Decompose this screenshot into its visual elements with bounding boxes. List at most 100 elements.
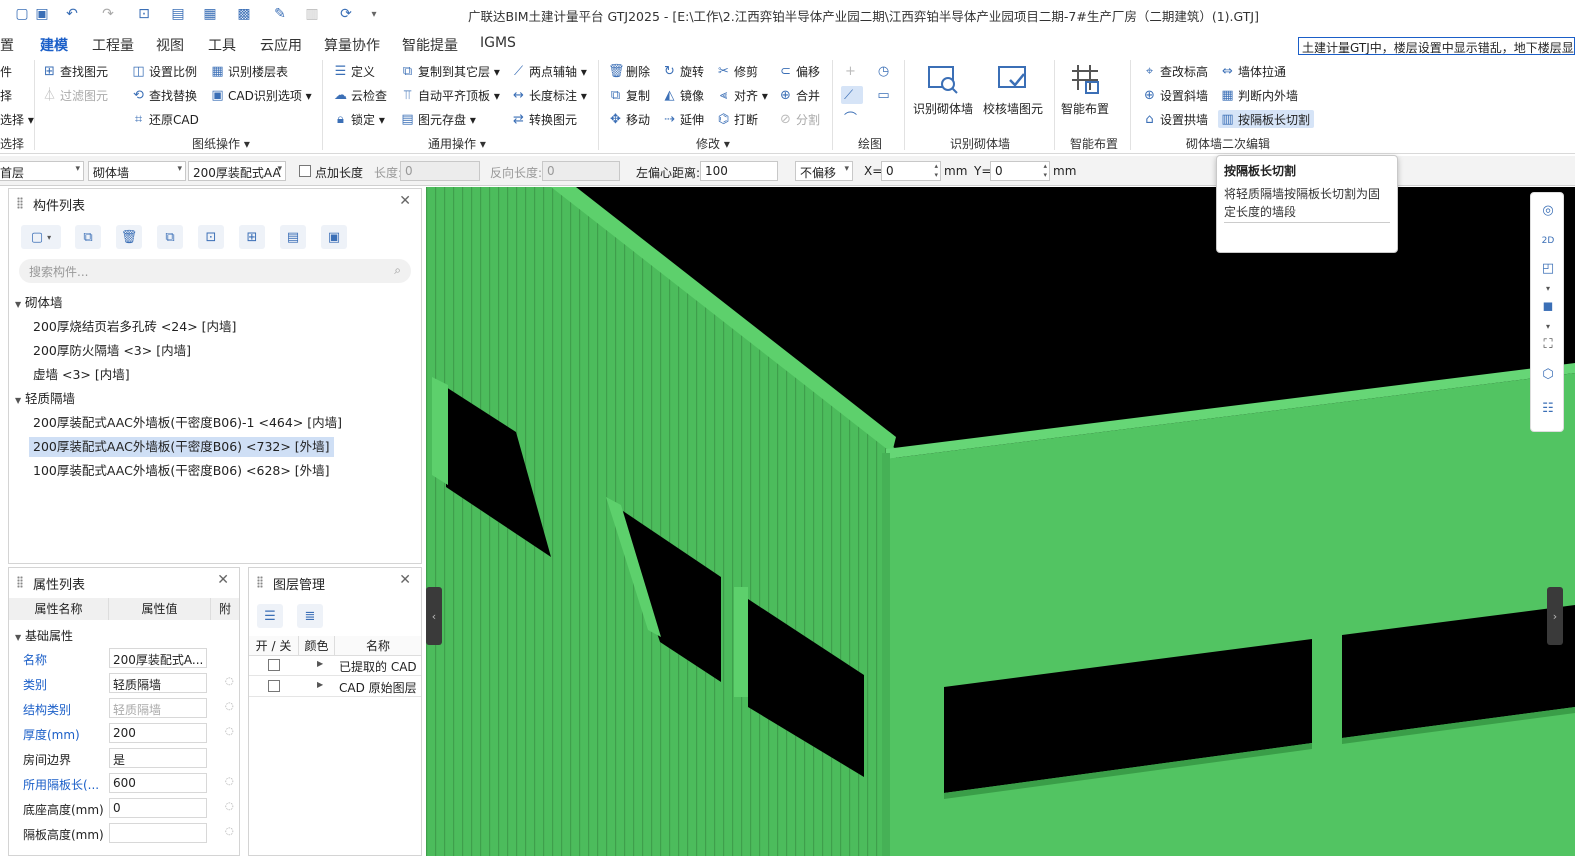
menu-igms[interactable]: IGMS [480,35,516,51]
x-input[interactable]: 0 ▴ ▾ [881,161,941,181]
new-file-icon[interactable]: ▢ [12,4,32,24]
lock-button[interactable]: 🔒︎ 锁定 ▾ [333,110,385,128]
mirror-button[interactable]: ◭ 镜像 [662,86,705,104]
view-cube-icon[interactable]: ⬡ [1538,365,1558,385]
menu-tools[interactable]: 工具 [208,35,236,55]
menu-smart-extract[interactable]: 智能提量 [402,35,458,55]
extend-button[interactable]: ⇢ 延伸 [662,110,704,128]
close-icon[interactable]: ✕ [217,572,229,588]
chevron-down-icon[interactable]: ▾ [1538,279,1558,299]
list-item[interactable]: 200厚烧结页岩多孔砖 <24> [内墙] [33,317,236,337]
orbit-icon[interactable]: ◎ [1538,201,1558,221]
close-icon[interactable]: ✕ [399,572,411,588]
solid-cube-icon[interactable]: ◼ [1538,297,1558,317]
attr-value[interactable]: 轻质隔墙 [109,673,207,693]
ribbon-select-item-2[interactable]: 择 [0,86,12,104]
panel-grip-icon[interactable] [17,576,23,588]
offset-mode-select[interactable]: 不偏移 ▾ [795,161,853,181]
menu-cloud[interactable]: 云应用 [260,35,302,55]
copy-to-other-floor-button[interactable]: ⧉ 复制到其它层 ▾ [400,62,500,80]
layer-toggle-checkbox[interactable] [268,659,280,671]
circle-draw-button[interactable]: ◷ [876,62,894,80]
tree-group-masonry[interactable]: ▼ 砌体墙 [15,293,63,313]
import-component-icon[interactable]: ⊡ [198,225,224,249]
set-arch-wall-button[interactable]: ⌂ 设置拱墙 [1142,110,1208,128]
break-button[interactable]: ⌬ 打断 [716,110,758,128]
rotate-button[interactable]: ↻ 旋转 [662,62,704,80]
ribbon-select-item-1[interactable]: 件 [0,62,12,80]
ribbon-select-item-3[interactable]: 选择 ▾ [0,110,34,128]
arc-draw-button[interactable]: ⌒ [843,110,861,128]
identify-floor-table-button[interactable]: ▦ 识别楼层表 [210,62,288,80]
y-input[interactable]: 0 ▴ ▾ [990,161,1050,181]
export-component-icon[interactable]: ⊞ [239,225,265,249]
attr-value[interactable]: 200厚装配式A... [109,648,207,668]
smart-layout-button[interactable]: 智能布置 [1052,62,1118,117]
find-element-button[interactable]: ⊞ 查找图元 [42,62,108,80]
panel-grip-icon[interactable] [257,576,263,588]
wall-extend-button[interactable]: ⇔ 墙体拉通 [1220,62,1286,80]
list-item[interactable]: 200厚装配式AAC外墙板(干密度B06)-1 <464> [内墙] [33,413,342,433]
filter-element-button[interactable]: ⏃ 过滤图元 [42,86,108,104]
view-3d-cube-icon[interactable]: ◰ [1538,259,1558,279]
line-draw-button[interactable]: ⟋ [841,86,863,104]
redo-icon[interactable]: ↷ [98,4,118,24]
display-settings-icon[interactable]: ☷ [1538,399,1558,419]
delete-button[interactable]: 🗑︎ 删除 [608,62,650,80]
restore-cad-button[interactable]: ⌗ 还原CAD [131,110,199,128]
check-wall-element-button[interactable]: 校核墙图元 [980,62,1046,117]
grid-icon[interactable]: ▦ [200,4,220,24]
component-search-input[interactable]: 搜索构件... ⌕ [19,259,411,283]
layer-tool-icon-2[interactable]: ≣ [297,604,323,628]
floor-select[interactable]: 首层 ▾ [0,161,84,181]
length-input[interactable]: 0 [400,161,480,181]
edit-elevation-button[interactable]: ⌖ 查改标高 [1142,62,1208,80]
cloud-check-button[interactable]: ☁ 云检查 [333,86,387,104]
component-select[interactable]: 200厚装配式AA ▾ [188,161,286,181]
point-draw-button[interactable]: + [843,62,861,80]
list-item[interactable]: 虚墙 <3> [内墙] [33,365,130,385]
save-icon[interactable]: ▣ [32,4,52,24]
list-item[interactable]: 200厚防火隔墙 <3> [内墙] [33,341,191,361]
fit-view-icon[interactable]: ⛶ [1538,335,1558,355]
menu-collab[interactable]: 算量协作 [324,35,380,55]
delete-component-icon[interactable]: 🗑︎ [116,225,142,249]
set-scale-button[interactable]: ◫ 设置比例 [131,62,197,80]
length-dimension-button[interactable]: ↔ 长度标注 ▾ [511,86,587,104]
attr-value[interactable] [109,823,207,843]
element-save-button[interactable]: ▤ 图元存盘 ▾ [400,110,476,128]
table-icon[interactable]: ▥ [302,4,322,24]
edit-icon[interactable]: ✎ [270,4,290,24]
two-point-axis-button[interactable]: ⟋ 两点辅轴 ▾ [511,62,587,80]
panel-grip-icon[interactable] [17,197,23,209]
list-item-selected[interactable]: 200厚装配式AAC外墙板(干密度B06) <732> [外墙] [29,437,334,457]
layout-icon[interactable]: ▩ [234,4,254,24]
identify-masonry-wall-button[interactable]: 识别砌体墙 [910,62,976,117]
define-button[interactable]: ☰ 定义 [333,62,375,80]
attr-value[interactable]: 0 [109,798,207,818]
split-button[interactable]: ⊘ 分割 [778,110,820,128]
console-icon[interactable]: ⊡ [134,4,154,24]
reverse-length-input[interactable]: 0 [542,161,620,181]
refresh-icon[interactable]: ⟳ [336,4,356,24]
convert-element-button[interactable]: ⇄ 转换图元 [511,110,577,128]
3d-viewport[interactable]: ‹ › [426,187,1575,856]
chevron-down-icon[interactable]: ▾ [1538,317,1558,337]
floor-icon[interactable]: ▤ [168,4,188,24]
tree-group-light-partition[interactable]: ▼ 轻质隔墙 [15,389,75,409]
menu-quantity[interactable]: 工程量 [92,35,134,55]
menu-view[interactable]: 视图 [156,35,184,55]
trim-button[interactable]: ✂ 修剪 [716,62,758,80]
undo-icon[interactable]: ↶ [62,4,82,24]
customize-icon[interactable]: ▾ [364,4,384,24]
offset-distance-input[interactable]: 100 [700,161,778,181]
expand-icon[interactable]: ▶ [317,680,323,689]
view-2d-icon[interactable]: 2D [1538,231,1558,251]
copy-button[interactable]: ⧉ 复制 [608,86,650,104]
help-search-input[interactable]: 土建计量GTJ中，楼层设置中显示错乱，地下楼层显 [1298,37,1575,55]
menu-settings[interactable]: 置 [0,35,14,55]
copy-component-icon[interactable]: ⧉ [75,225,101,249]
type-select[interactable]: 砌体墙 ▾ [88,161,186,181]
expand-icon[interactable]: ▶ [317,659,323,668]
move-button[interactable]: ✥ 移动 [608,110,650,128]
